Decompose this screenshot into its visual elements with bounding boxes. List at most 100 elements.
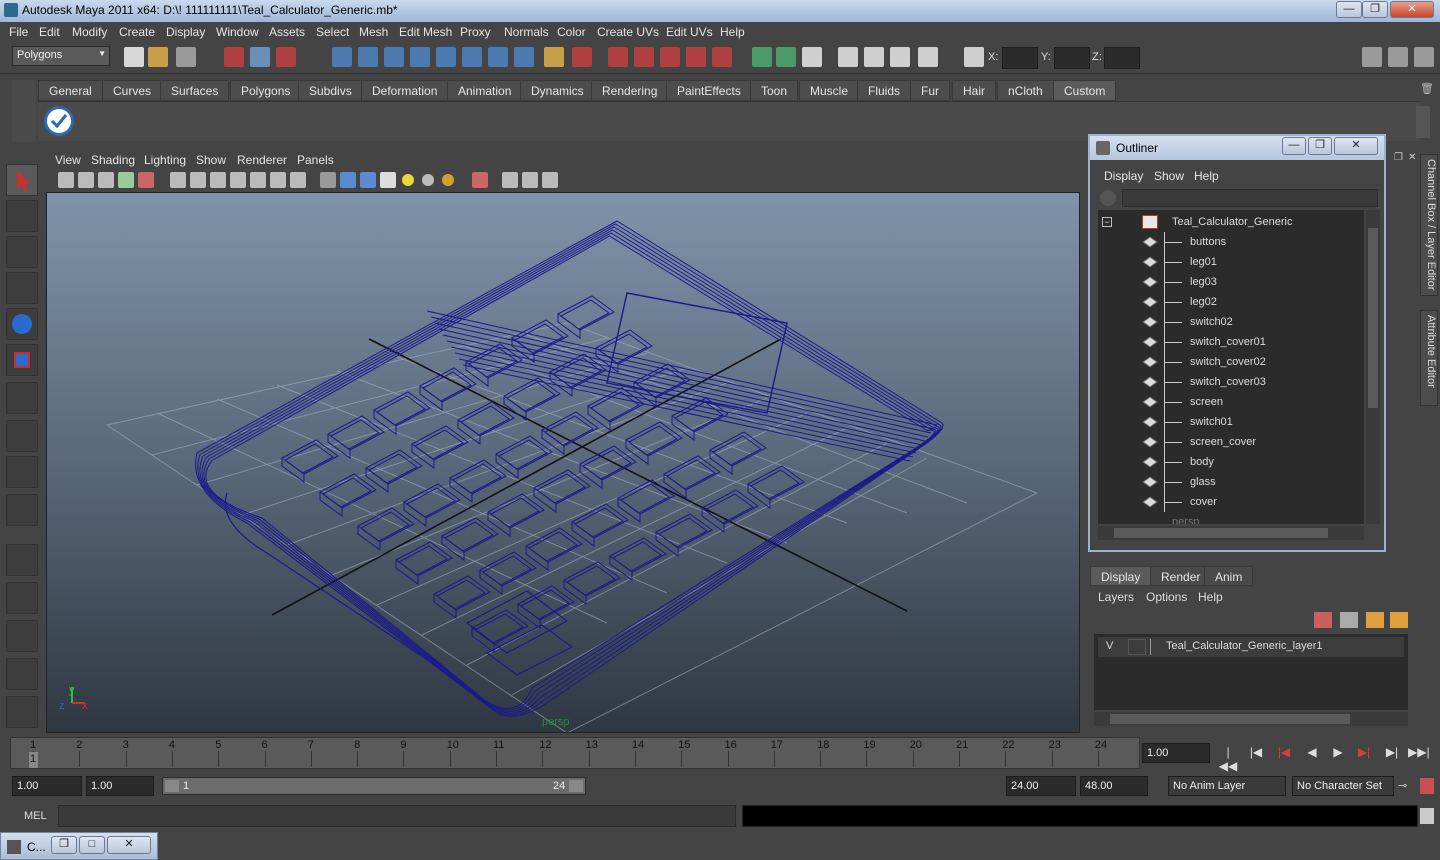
film-gate-icon[interactable] bbox=[190, 172, 206, 188]
outliner-item[interactable]: switch02 bbox=[1098, 312, 1364, 332]
minimized-maximize-button[interactable]: □ bbox=[79, 836, 105, 854]
default-lighting-icon[interactable] bbox=[402, 174, 414, 186]
hypershade-layout-icon[interactable] bbox=[6, 696, 38, 728]
tab-display-layers[interactable]: Display bbox=[1090, 566, 1152, 586]
xray-components-icon[interactable] bbox=[542, 172, 558, 188]
new-layer-from-selection-icon[interactable] bbox=[1390, 612, 1408, 628]
layer-hscroll-thumb[interactable] bbox=[1110, 714, 1350, 724]
viewport-menu-shading[interactable]: Shading bbox=[91, 153, 135, 167]
minimized-restore-button[interactable]: ❐ bbox=[51, 836, 77, 854]
step-back-key-icon[interactable]: |◀ bbox=[1274, 745, 1294, 761]
outliner-search-input[interactable] bbox=[1122, 189, 1378, 207]
anim-layer-select[interactable]: No Anim Layer bbox=[1168, 776, 1286, 796]
outliner-item[interactable]: screen_cover bbox=[1098, 432, 1364, 452]
construction-history-icon[interactable] bbox=[802, 47, 822, 67]
four-view-layout-icon[interactable] bbox=[6, 582, 38, 614]
float-panel-icon[interactable]: ❐ bbox=[1394, 152, 1406, 164]
time-slider[interactable]: 1 2 3 4 5 6 7 8 9 10 11 12 13 14 15 16 17 18 19 20 21 22 23 24 … bbox=[10, 737, 1140, 769]
layer-color-swatch[interactable] bbox=[1150, 639, 1164, 655]
outliner-menu-show[interactable]: Show bbox=[1154, 169, 1184, 183]
outliner-menu-display[interactable]: Display bbox=[1104, 169, 1143, 183]
tab-polygons[interactable]: Polygons bbox=[230, 80, 302, 101]
tab-hair[interactable]: Hair bbox=[952, 80, 997, 101]
new-layer-icon[interactable] bbox=[1366, 612, 1384, 628]
step-forward-key-icon[interactable]: ▶| bbox=[1354, 745, 1374, 761]
safe-action-icon[interactable] bbox=[270, 172, 286, 188]
smooth-shade-icon[interactable] bbox=[340, 172, 356, 188]
isolate-select-icon[interactable] bbox=[472, 172, 488, 188]
snap-view-plane-icon[interactable] bbox=[686, 47, 706, 67]
layer-row[interactable]: V Teal_Calculator_Generic_layer1 bbox=[1098, 637, 1404, 657]
tab-channel-box-layer-editor[interactable]: Channel Box / Layer Editor bbox=[1420, 154, 1438, 296]
outliner-item[interactable]: switch_cover01 bbox=[1098, 332, 1364, 352]
universal-manipulator-icon[interactable] bbox=[6, 382, 38, 414]
minimized-close-button[interactable]: ✕ bbox=[107, 836, 151, 854]
select-dynamics-icon[interactable] bbox=[462, 47, 482, 67]
outliner-item[interactable]: switch_cover03 bbox=[1098, 372, 1364, 392]
outliner-hscroll-thumb[interactable] bbox=[1114, 528, 1328, 538]
menu-color[interactable]: Color bbox=[557, 25, 586, 39]
lasso-tool-icon[interactable] bbox=[6, 200, 38, 232]
outliner-close-button[interactable]: ✕ bbox=[1334, 137, 1378, 155]
snap-curve-icon[interactable] bbox=[634, 47, 654, 67]
outliner-item[interactable]: screen bbox=[1098, 392, 1364, 412]
textured-icon[interactable] bbox=[380, 172, 396, 188]
outliner-filter-icon[interactable] bbox=[1100, 190, 1116, 206]
snap-grid-icon[interactable] bbox=[608, 47, 628, 67]
snap-point-icon[interactable] bbox=[660, 47, 680, 67]
menu-create[interactable]: Create bbox=[119, 25, 155, 39]
outliner-item[interactable]: switch01 bbox=[1098, 412, 1364, 432]
tab-subdivs[interactable]: Subdivs bbox=[298, 80, 363, 101]
outliner-item[interactable]: cover bbox=[1098, 492, 1364, 512]
scale-tool-icon[interactable] bbox=[6, 344, 38, 376]
close-button[interactable]: ✕ bbox=[1390, 1, 1434, 18]
menu-file[interactable]: File bbox=[9, 25, 28, 39]
make-live-icon[interactable] bbox=[712, 47, 732, 67]
graph-persp-layout-icon[interactable] bbox=[6, 658, 38, 690]
tab-toon[interactable]: Toon bbox=[750, 80, 799, 101]
play-backwards-icon[interactable]: ◀ bbox=[1302, 745, 1322, 761]
show-manipulator-icon[interactable] bbox=[6, 456, 38, 488]
command-input[interactable] bbox=[58, 805, 736, 827]
menu-assets[interactable]: Assets bbox=[269, 25, 305, 39]
layers-menu-layers[interactable]: Layers bbox=[1098, 590, 1134, 604]
last-tool-icon[interactable] bbox=[6, 494, 38, 526]
toggle-tool-settings-icon[interactable] bbox=[1388, 47, 1408, 67]
select-tool-icon[interactable] bbox=[6, 164, 38, 196]
menu-help[interactable]: Help bbox=[720, 25, 745, 39]
script-editor-icon[interactable] bbox=[1420, 808, 1434, 824]
move-tool-icon[interactable] bbox=[6, 272, 38, 304]
menu-set-select[interactable]: Polygons bbox=[12, 46, 110, 66]
y-field[interactable] bbox=[1054, 47, 1090, 69]
soft-modification-icon[interactable] bbox=[6, 420, 38, 452]
menu-select[interactable]: Select bbox=[316, 25, 349, 39]
tab-custom[interactable]: Custom bbox=[1053, 80, 1117, 101]
safe-title-icon[interactable] bbox=[290, 172, 306, 188]
field-chart-icon[interactable] bbox=[250, 172, 266, 188]
lock-selection-icon[interactable] bbox=[544, 47, 564, 67]
menu-window[interactable]: Window bbox=[216, 25, 259, 39]
select-misc-icon[interactable] bbox=[514, 47, 534, 67]
tab-anim-layers[interactable]: Anim bbox=[1204, 566, 1254, 586]
outliner-tree[interactable]: − Teal_Calculator_Generic buttons leg01 le… bbox=[1098, 210, 1364, 524]
menu-proxy[interactable]: Proxy bbox=[460, 25, 491, 39]
minimized-window[interactable]: C... ❐ □ ✕ bbox=[0, 832, 158, 860]
paint-select-tool-icon[interactable] bbox=[6, 236, 38, 268]
character-set-select[interactable]: No Character Set bbox=[1292, 776, 1394, 796]
tab-dynamics[interactable]: Dynamics bbox=[520, 80, 595, 101]
outliner-item[interactable]: glass bbox=[1098, 472, 1364, 492]
image-plane-icon[interactable] bbox=[98, 172, 114, 188]
minimize-button[interactable]: — bbox=[1336, 1, 1362, 18]
outliner-scroll-thumb[interactable] bbox=[1368, 228, 1378, 408]
xray-joints-icon[interactable] bbox=[522, 172, 538, 188]
outliner-item-partial[interactable]: persp bbox=[1098, 512, 1364, 524]
shelf-trash-icon[interactable]: 🗑 bbox=[1420, 82, 1434, 96]
single-perspective-layout-icon[interactable] bbox=[6, 544, 38, 576]
layer-name[interactable]: Teal_Calculator_Generic_layer1 bbox=[1166, 640, 1323, 652]
collapse-toggle-icon[interactable]: − bbox=[1102, 217, 1112, 227]
render-view-icon[interactable] bbox=[838, 47, 858, 67]
ipr-render-icon[interactable] bbox=[890, 47, 910, 67]
tab-fur[interactable]: Fur bbox=[910, 80, 950, 101]
move-layer-up-icon[interactable] bbox=[1314, 612, 1332, 628]
grid-icon[interactable] bbox=[170, 172, 186, 188]
